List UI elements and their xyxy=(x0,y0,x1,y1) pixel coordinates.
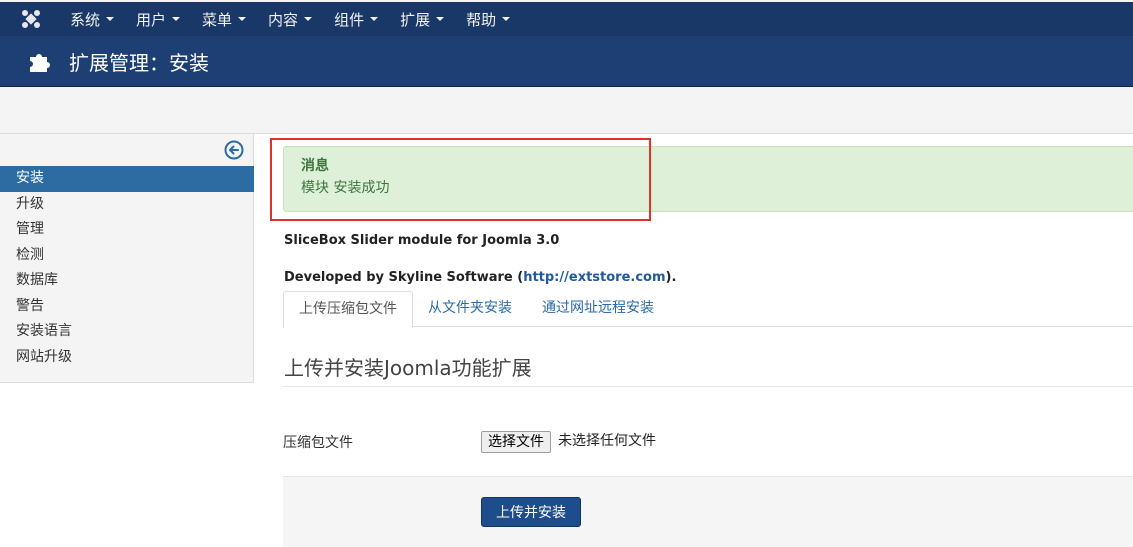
tab-upload-package[interactable]: 上传压缩包文件 xyxy=(283,291,413,328)
sidebar-item-manage[interactable]: 管理 xyxy=(0,217,254,243)
tab-install-from-url[interactable]: 通过网址远程安装 xyxy=(527,291,669,327)
collapse-sidebar-icon[interactable] xyxy=(224,140,244,160)
nav-menu-system[interactable]: 系统 xyxy=(62,2,122,36)
caret-down-icon xyxy=(436,17,445,21)
file-status-text: 未选择任何文件 xyxy=(558,433,656,449)
nav-menu-components[interactable]: 组件 xyxy=(326,2,386,36)
sidebar-item-warnings[interactable]: 警告 xyxy=(0,294,254,320)
section-title: 上传并安装Joomla功能扩展 xyxy=(284,356,532,380)
tab-install-from-folder[interactable]: 从文件夹安装 xyxy=(413,291,527,327)
caret-down-icon xyxy=(502,17,511,21)
alert-message: 模块 安装成功 xyxy=(301,180,390,196)
puzzle-icon xyxy=(30,54,50,72)
sidebar-item-site-update[interactable]: 网站升级 xyxy=(0,345,254,371)
main-content: 消息 模块 安装成功 SliceBox Slider module for Jo… xyxy=(268,134,1133,547)
sidebar: 安装 升级 管理 检测 数据库 警告 安装语言 网站升级 xyxy=(0,134,254,383)
caret-down-icon xyxy=(106,17,115,21)
install-tabs: 上传压缩包文件 从文件夹安装 通过网址远程安装 xyxy=(283,291,1133,328)
sidebar-item-install-languages[interactable]: 安装语言 xyxy=(0,319,254,345)
developer-link[interactable]: http://extstore.com xyxy=(523,270,665,285)
extension-description: SliceBox Slider module for Joomla 3.0 xyxy=(284,233,560,248)
nav-menu-help[interactable]: 帮助 xyxy=(458,2,518,36)
toolbar xyxy=(0,87,1133,134)
package-file-label: 压缩包文件 xyxy=(283,435,353,451)
joomla-logo-icon[interactable] xyxy=(0,2,62,36)
caret-down-icon xyxy=(304,17,313,21)
caret-down-icon xyxy=(370,17,379,21)
form-actions: 上传并安装 xyxy=(283,476,1133,547)
upload-and-install-button[interactable]: 上传并安装 xyxy=(481,497,581,527)
nav-menu-menus[interactable]: 菜单 xyxy=(194,2,254,36)
success-alert: 消息 模块 安装成功 xyxy=(283,146,1133,212)
sidebar-item-discover[interactable]: 检测 xyxy=(0,243,254,269)
sidebar-item-update[interactable]: 升级 xyxy=(0,192,254,218)
nav-menu-extensions[interactable]: 扩展 xyxy=(392,2,452,36)
sidebar-item-database[interactable]: 数据库 xyxy=(0,268,254,294)
caret-down-icon xyxy=(238,17,247,21)
top-navbar: 系统 用户 菜单 内容 组件 扩展 帮助 xyxy=(0,0,1133,36)
page-header: 扩展管理：安装 xyxy=(0,36,1133,87)
developer-credit: Developed by Skyline Software (http://ex… xyxy=(284,270,677,285)
alert-heading: 消息 xyxy=(301,158,329,174)
nav-menu-users[interactable]: 用户 xyxy=(128,2,188,36)
caret-down-icon xyxy=(172,17,181,21)
sidebar-item-install[interactable]: 安装 xyxy=(0,166,254,192)
choose-file-button[interactable]: 选择文件 xyxy=(481,431,551,453)
divider xyxy=(283,386,1133,387)
nav-menu-content[interactable]: 内容 xyxy=(260,2,320,36)
page-title: 扩展管理：安装 xyxy=(69,50,209,75)
